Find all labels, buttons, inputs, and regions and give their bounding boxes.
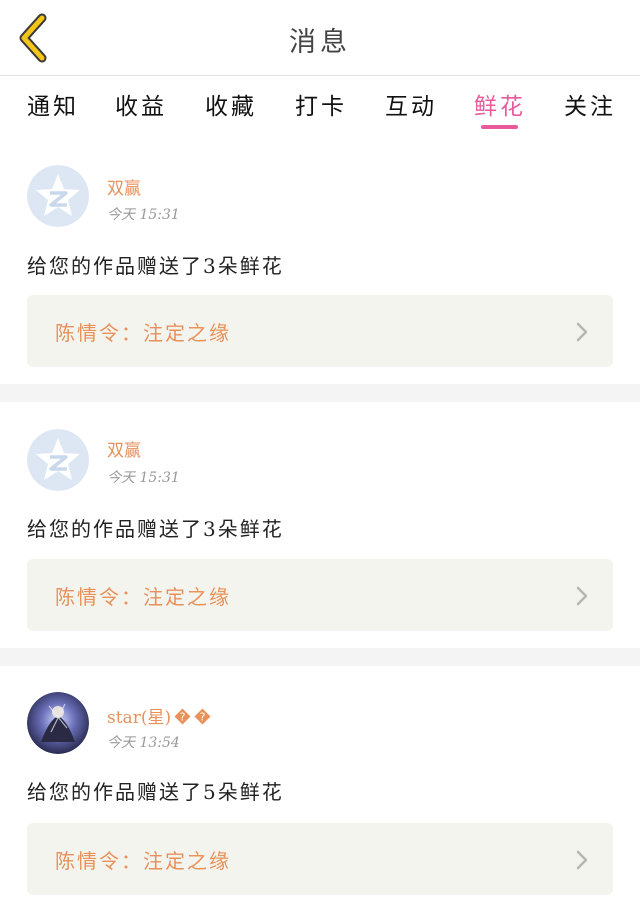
top-bar: 消息 — [0, 0, 640, 76]
user-name[interactable]: 双赢 — [107, 436, 141, 461]
work-link-card[interactable]: 陈情令：注定之缘 — [27, 295, 613, 367]
card-divider — [0, 648, 640, 666]
default-z-avatar-icon — [27, 429, 89, 491]
avatar[interactable] — [27, 165, 89, 227]
tab-flowers[interactable]: 鲜花 — [474, 87, 526, 121]
timestamp: 今天 15:31 — [107, 470, 180, 486]
card-divider — [0, 384, 640, 402]
message-card: 双赢 今天 15:31 给您的作品赠送了3朵鲜花 陈情令：注定之缘 — [0, 402, 640, 648]
message-card: star(星)?? 今天 13:54 给您的作品赠送了5朵鲜花 陈情令：注定之缘 — [0, 666, 640, 924]
tab-checkin[interactable]: 打卡 — [295, 87, 347, 121]
tab-earnings[interactable]: 收益 — [115, 87, 167, 121]
message-card: 双赢 今天 15:31 给您的作品赠送了3朵鲜花 陈情令：注定之缘 — [0, 140, 640, 384]
chevron-right-icon — [576, 850, 588, 870]
svg-text:?: ? — [180, 711, 186, 724]
timestamp: 今天 15:31 — [107, 207, 180, 223]
timestamp: 今天 13:54 — [107, 735, 180, 751]
user-name[interactable]: 双赢 — [107, 174, 141, 199]
svg-text:?: ? — [200, 711, 206, 724]
chevron-right-icon — [576, 586, 588, 606]
message-text: 给您的作品赠送了3朵鲜花 — [27, 517, 284, 541]
tab-interaction[interactable]: 互动 — [385, 87, 437, 121]
user-name[interactable]: star(星)?? — [107, 703, 211, 728]
tab-notifications[interactable]: 通知 — [27, 87, 79, 121]
avatar[interactable] — [27, 692, 89, 754]
work-title: 陈情令：注定之缘 — [55, 585, 231, 609]
avatar[interactable] — [27, 429, 89, 491]
user-name-text: star(星) — [107, 708, 172, 728]
active-tab-indicator — [481, 125, 518, 129]
work-link-card[interactable]: 陈情令：注定之缘 — [27, 823, 613, 895]
work-link-card[interactable]: 陈情令：注定之缘 — [27, 559, 613, 631]
tab-following[interactable]: 关注 — [564, 87, 616, 121]
diamond-badge-icon: ? — [174, 708, 191, 725]
page-title: 消息 — [289, 27, 351, 58]
work-title: 陈情令：注定之缘 — [55, 849, 231, 873]
tab-bar: 通知 收益 收藏 打卡 互动 鲜花 关注 — [0, 77, 640, 139]
work-title: 陈情令：注定之缘 — [55, 321, 231, 345]
photo-avatar-icon — [27, 692, 89, 754]
diamond-badge-icon: ? — [194, 708, 211, 725]
chevron-right-icon — [576, 322, 588, 342]
default-z-avatar-icon — [27, 165, 89, 227]
message-text: 给您的作品赠送了5朵鲜花 — [27, 780, 284, 804]
tab-favorites[interactable]: 收藏 — [205, 87, 257, 121]
message-text: 给您的作品赠送了3朵鲜花 — [27, 254, 284, 278]
